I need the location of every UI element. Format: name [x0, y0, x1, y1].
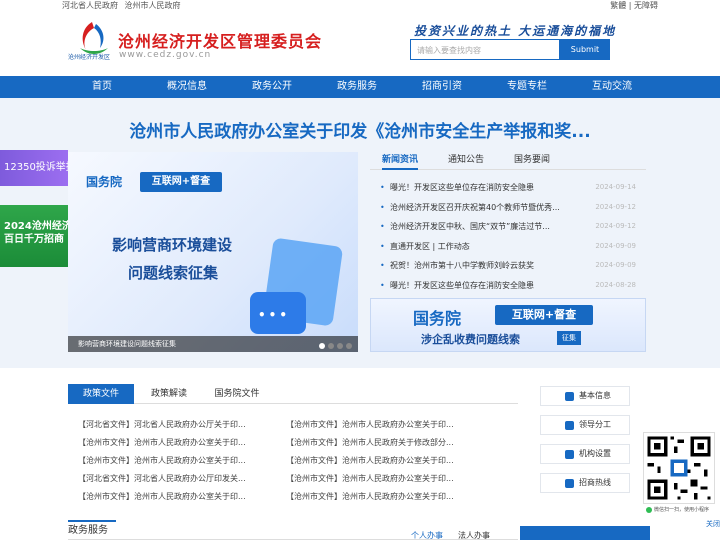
site-url: www.cedz.gov.cn [119, 50, 212, 60]
nav-gov-services[interactable]: 政务服务 [327, 76, 387, 98]
site-name[interactable]: 沧州经济开发区管理委员会 [118, 28, 322, 52]
slider-badge-left: 国务院 [86, 175, 123, 189]
ellipsis-icon: ••• [258, 308, 291, 322]
slider-badge: 国务院 互联网+督查 [86, 172, 222, 192]
tab-news[interactable]: 新闻资讯 [382, 152, 419, 170]
list-item[interactable]: 【沧州市文件】沧州市人民政府办公室关于印... [286, 452, 496, 470]
tab-state-news[interactable]: 国务要闻 [514, 152, 550, 170]
tab-notices[interactable]: 通知公告 [448, 152, 484, 170]
banner-tag: 征集 [557, 331, 581, 345]
list-item[interactable]: • 沧州经济开发区召开庆祝第40个教师节暨优秀... 2024-09-12 [380, 198, 646, 218]
list-item[interactable]: 【沧州市文件】沧州市人民政府关于修改部分... [286, 434, 496, 452]
nav-special-topics[interactable]: 专题专栏 [497, 76, 557, 98]
bullet-icon: • [380, 222, 385, 231]
image-slider[interactable]: 国务院 互联网+督查 影响营商环境建设 问题线索征集 ••• 影响营商环境建设问… [68, 152, 358, 352]
list-item[interactable]: • 曝光！开发区这些单位存在消防安全隐患 2024-08-28 [380, 276, 646, 296]
phone-icon [565, 479, 574, 488]
slider-dot[interactable] [346, 343, 352, 349]
list-item[interactable]: • 直通开发区 | 工作动态 2024-09-09 [380, 237, 646, 257]
info-icon [565, 392, 574, 401]
person-icon [565, 421, 574, 430]
logo-subtitle: 沧州经济开发区 [68, 54, 111, 61]
bullet-icon: • [380, 280, 385, 290]
main-nav: 首页 概况信息 政务公开 政务服务 招商引资 专题专栏 互动交流 [0, 76, 720, 98]
site-header: 沧州经济开发区 沧州经济开发区管理委员会 www.cedz.gov.cn 投资兴… [0, 10, 720, 76]
slider-badge-right: 互联网+督查 [140, 172, 222, 192]
banner-title-left: 国务院 [413, 309, 462, 328]
news-tabs: 新闻资讯 通知公告 国务要闻 [370, 152, 646, 170]
news-list: • 曝光！开发区这些单位存在消防安全隐患 2024-09-14 • 沧州经济开发区召开… [380, 178, 646, 295]
list-item[interactable]: 【沧州市文件】沧州市人民政府办公室关于印... [78, 452, 288, 470]
building-icon [565, 450, 574, 459]
slider-pager [316, 341, 352, 352]
news-panel: 新闻资讯 通知公告 国务要闻 • 曝光！开发区这些单位存在消防安全隐患 2024-0… [370, 152, 646, 292]
list-item[interactable]: • 曝光！开发区这些单位存在消防安全隐患 2024-09-14 [380, 178, 646, 198]
list-item[interactable]: 【河北省文件】河北省人民政府办公厅关于印... [78, 416, 288, 434]
top-utility-bar: 河北省人民政府 沧州市人民政府 繁體 | 无障碍 [0, 0, 720, 10]
slider-caption[interactable]: 影响营商环境建设问题线索征集 [68, 336, 358, 352]
gov-service-title: 政务服务 [68, 520, 116, 540]
promo-line-1: 2024沧州经济 [4, 221, 68, 232]
bullet-icon: • [380, 241, 385, 251]
quick-link-organization[interactable]: 机构设置 [540, 444, 630, 464]
list-item[interactable]: 【沧州市文件】沧州市人民政府办公室关于印... [286, 470, 496, 488]
list-item[interactable]: 【河北省文件】河北省人民政府办公厅印发关... [78, 470, 288, 488]
qr-caption: 微信扫一扫，使用小程序 [646, 506, 709, 513]
quick-links: 基本信息 领导分工 机构设置 招商热线 [540, 386, 630, 502]
policy-list-left: 【河北省文件】河北省人民政府办公厅关于印... 【沧州市文件】沧州市人民政府办公… [78, 416, 288, 506]
link-cangzhou-gov[interactable]: 沧州市人民政府 [125, 1, 181, 10]
nav-investment[interactable]: 招商引资 [412, 76, 472, 98]
tab-policy-docs[interactable]: 政策文件 [68, 384, 134, 404]
tab-state-council-docs[interactable]: 国务院文件 [206, 384, 268, 404]
search-input[interactable]: 请输入要查找内容 [410, 39, 560, 60]
slider-title-line-2: 问题线索征集 [128, 264, 219, 282]
quick-link-basic-info[interactable]: 基本信息 [540, 386, 630, 406]
site-slogan: 投资兴业的热土 大运通海的福地 [414, 24, 617, 38]
search-button[interactable]: Submit [560, 39, 610, 60]
slider-dot[interactable] [337, 343, 343, 349]
wechat-icon [646, 506, 652, 513]
slider-dot[interactable] [328, 343, 334, 349]
tab-policy-interpretation[interactable]: 政策解读 [138, 384, 200, 404]
promo-line-2: 百日千万招商 [4, 234, 64, 245]
list-item[interactable]: 【沧州市文件】沧州市人民政府办公室关于印... [78, 488, 288, 506]
slider-dot[interactable] [319, 343, 325, 349]
list-item[interactable]: 【沧州市文件】沧州市人民政府办公室关于印... [286, 416, 496, 434]
bullet-icon: • [380, 202, 385, 212]
gov-side-banner[interactable] [520, 526, 650, 540]
banner-subtitle: 涉企乱收费问题线索 [421, 333, 520, 346]
policy-tabs: 政策文件 政策解读 国务院文件 [68, 384, 518, 404]
oversight-banner[interactable]: 国务院 互联网+督查 涉企乱收费问题线索 征集 [370, 298, 646, 352]
nav-gov-affairs-open[interactable]: 政务公开 [242, 76, 302, 98]
hotline-floater[interactable]: 12350投诉举报 [0, 150, 68, 186]
qr-close-button[interactable]: 关闭 [706, 519, 720, 529]
list-item[interactable]: • 祝贺！沧州市第十八中学教师刘岭云获奖 2024-09-09 [380, 256, 646, 276]
bullet-icon: • [380, 261, 385, 270]
link-hebei-gov[interactable]: 河北省人民政府 [62, 1, 118, 10]
nav-home[interactable]: 首页 [72, 76, 132, 98]
policy-list-right: 【沧州市文件】沧州市人民政府办公室关于印... 【沧州市文件】沧州市人民政府关于… [286, 416, 496, 506]
banner-title-right: 互联网+督查 [495, 305, 593, 325]
list-item[interactable]: • 沧州经济开发区中秋、国庆“双节”廉洁过节... 2024-09-12 [380, 217, 646, 237]
qr-code-icon [643, 432, 715, 504]
nav-overview[interactable]: 概况信息 [157, 76, 217, 98]
headline-link[interactable]: 沧州市人民政府办公室关于印发《沧州市安全生产举报和奖... [0, 117, 720, 142]
bullet-icon: • [380, 183, 385, 192]
list-item[interactable]: 【沧州市文件】沧州市人民政府办公室关于印... [286, 488, 496, 506]
slider-title-line-1: 影响营商环境建设 [112, 236, 233, 254]
list-item[interactable]: 【沧州市文件】沧州市人民政府办公室关于印... [78, 434, 288, 452]
policy-section: 政策文件 政策解读 国务院文件 【河北省文件】河北省人民政府办公厅关于印... … [68, 384, 518, 514]
quick-link-leadership[interactable]: 领导分工 [540, 415, 630, 435]
nav-interaction[interactable]: 互动交流 [582, 76, 642, 98]
quick-link-investment-hotline[interactable]: 招商热线 [540, 473, 630, 493]
promo-floater[interactable]: 2024沧州经济 百日千万招商 [0, 205, 68, 267]
